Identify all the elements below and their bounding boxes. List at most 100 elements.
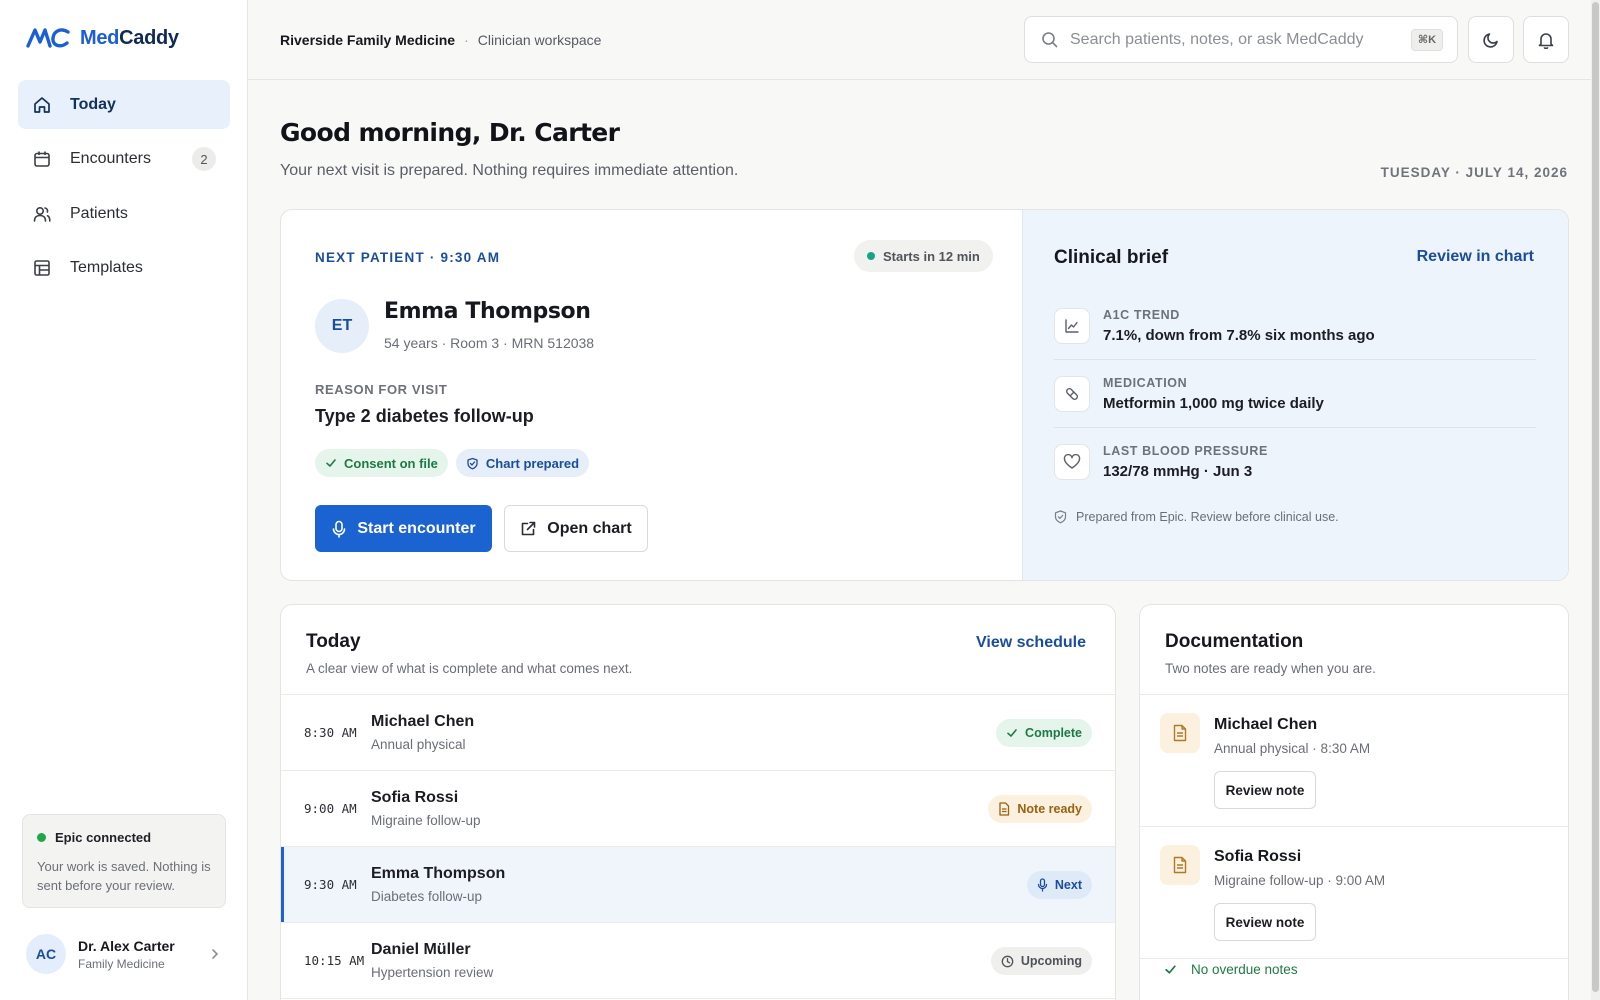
appointment-time: 9:00 AM xyxy=(304,801,357,816)
brief-value: 7.1%, down from 7.8% six months ago xyxy=(1103,326,1375,344)
clinical-brief-title: Clinical brief xyxy=(1054,247,1169,268)
reason-label: REASON FOR VISIT xyxy=(315,382,448,397)
review-note-button[interactable]: Review note xyxy=(1214,903,1316,941)
patient-name[interactable]: Emma Thompson xyxy=(384,299,591,324)
encounters-count-badge: 2 xyxy=(192,147,216,171)
app-logo[interactable]: MedCaddy xyxy=(26,26,179,50)
theme-toggle-button[interactable] xyxy=(1468,16,1514,63)
current-date: TUESDAY · JULY 14, 2026 xyxy=(1380,165,1568,180)
sidebar-item-today[interactable]: Today xyxy=(18,80,230,129)
user-profile[interactable]: AC Dr. Alex Carter Family Medicine xyxy=(26,934,222,974)
microphone-icon xyxy=(333,520,346,538)
documentation-subtitle: Two notes are ready when you are. xyxy=(1165,661,1376,676)
appointment-list: 8:30 AM Michael Chen Annual physical Com… xyxy=(281,694,1115,999)
brief-row-medication: MEDICATION Metformin 1,000 mg twice dail… xyxy=(1054,360,1536,428)
documentation-list: Michael Chen Annual physical · 8:30 AM R… xyxy=(1140,694,1568,959)
brief-row-a1c: A1C TREND 7.1%, down from 7.8% six month… xyxy=(1054,292,1536,360)
brief-label: MEDICATION xyxy=(1103,375,1188,390)
shield-icon xyxy=(1054,510,1067,524)
sidebar: MedCaddy Today Encounters 2 Patients Tem… xyxy=(0,0,248,1000)
user-role: Family Medicine xyxy=(78,956,165,971)
next-patient-label: NEXT PATIENT · 9:30 AM xyxy=(315,250,501,265)
status-badge: Next xyxy=(1026,871,1092,899)
top-bar: Riverside Family Medicine · Clinician work… xyxy=(248,0,1600,80)
search-icon xyxy=(1042,32,1058,48)
status-badge: Upcoming xyxy=(990,947,1092,975)
brief-value: 132/78 mmHg · Jun 3 xyxy=(1103,463,1253,480)
appointment-time: 10:15 AM xyxy=(304,953,365,968)
note-patient-name: Michael Chen xyxy=(1214,716,1318,733)
review-note-button[interactable]: Review note xyxy=(1214,771,1316,809)
page-subtitle: Your next visit is prepared. Nothing req… xyxy=(280,162,739,179)
appointment-patient: Emma Thompson xyxy=(371,865,506,882)
status-badge: Complete xyxy=(996,719,1092,747)
today-title: Today xyxy=(306,631,361,652)
chart-prepared-chip: Chart prepared xyxy=(455,449,590,477)
brief-value: Metformin 1,000 mg twice daily xyxy=(1103,394,1324,412)
sidebar-item-patients[interactable]: Patients xyxy=(18,189,230,238)
scrollbar-thumb[interactable] xyxy=(1592,2,1599,992)
connected-dot-icon xyxy=(37,833,46,842)
live-dot-icon xyxy=(867,252,875,260)
list-item: Sofia Rossi Migraine follow-up · 9:00 AM… xyxy=(1140,827,1568,959)
brief-label: LAST BLOOD PRESSURE xyxy=(1103,444,1268,458)
note-meta: Migraine follow-up · 9:00 AM xyxy=(1214,873,1386,888)
shield-check-icon xyxy=(467,457,478,469)
epic-status-card: Epic connected Your work is saved. Nothi… xyxy=(22,814,226,908)
note-patient-name: Sofia Rossi xyxy=(1214,848,1302,865)
no-overdue-notes: No overdue notes xyxy=(1164,962,1298,977)
clinical-brief-panel: Clinical brief Review in chart A1C TREND… xyxy=(1022,210,1568,580)
template-icon xyxy=(32,258,52,278)
page-scrollbar[interactable] xyxy=(1591,0,1600,1000)
chevron-right-icon xyxy=(212,949,219,959)
reason-for-visit: Type 2 diabetes follow-up xyxy=(315,406,534,426)
table-row[interactable]: 8:30 AM Michael Chen Annual physical Com… xyxy=(281,695,1115,771)
search-input[interactable]: Search patients, notes, or ask MedCaddy … xyxy=(1024,16,1458,63)
search-shortcut: ⌘K xyxy=(1411,28,1443,51)
today-schedule-card: Today A clear view of what is complete a… xyxy=(280,604,1116,1000)
check-icon xyxy=(1007,729,1017,737)
check-icon xyxy=(326,459,336,467)
list-item: Michael Chen Annual physical · 8:30 AM R… xyxy=(1140,695,1568,827)
starts-in-badge: Starts in 12 min xyxy=(854,240,993,272)
medcaddy-logo-icon xyxy=(26,28,70,48)
next-patient-card: NEXT PATIENT · 9:30 AM Starts in 12 min … xyxy=(280,209,1569,581)
document-icon xyxy=(1160,713,1200,753)
brief-label: A1C TREND xyxy=(1103,307,1180,322)
avatar: AC xyxy=(26,934,66,974)
document-icon xyxy=(999,802,1010,816)
clinical-brief-list: A1C TREND 7.1%, down from 7.8% six month… xyxy=(1054,292,1536,496)
view-schedule-link[interactable]: View schedule xyxy=(976,634,1086,652)
workspace-name: Clinician workspace xyxy=(477,32,602,48)
appointment-time: 9:30 AM xyxy=(304,877,357,892)
start-encounter-button[interactable]: Start encounter xyxy=(315,505,492,552)
pill-icon xyxy=(1054,375,1090,412)
sidebar-item-label: Templates xyxy=(70,259,143,276)
breadcrumb: Riverside Family Medicine · Clinician work… xyxy=(280,32,602,48)
document-icon xyxy=(1160,845,1200,885)
sidebar-item-label: Today xyxy=(70,95,116,113)
sidebar-item-label: Encounters xyxy=(70,150,151,167)
table-row[interactable]: 9:00 AM Sofia Rossi Migraine follow-up N… xyxy=(281,771,1115,847)
sidebar-nav: Today Encounters 2 Patients Templates xyxy=(18,80,230,298)
notifications-button[interactable] xyxy=(1523,16,1569,63)
epic-status-text: Your work is saved. Nothing is sent befo… xyxy=(37,859,211,893)
epic-status-title: Epic connected xyxy=(37,830,211,845)
sidebar-item-templates[interactable]: Templates xyxy=(18,244,230,293)
appointment-time: 8:30 AM xyxy=(304,725,357,740)
open-chart-button[interactable]: Open chart xyxy=(504,505,648,552)
clinical-brief-disclaimer: Prepared from Epic. Review before clinic… xyxy=(1054,510,1339,524)
heart-icon xyxy=(1054,444,1090,480)
status-badge: Note ready xyxy=(988,795,1092,823)
sidebar-item-encounters[interactable]: Encounters 2 xyxy=(18,135,230,184)
table-row[interactable]: 10:15 AM Daniel Müller Hypertension revi… xyxy=(281,923,1115,999)
external-link-icon xyxy=(521,521,536,536)
user-name: Dr. Alex Carter xyxy=(78,937,175,954)
review-in-chart-link[interactable]: Review in chart xyxy=(1417,248,1534,266)
table-row[interactable]: 9:30 AM Emma Thompson Diabetes follow-up… xyxy=(281,847,1115,923)
patient-avatar: ET xyxy=(315,299,369,353)
documentation-card: Documentation Two notes are ready when y… xyxy=(1139,604,1569,1000)
microphone-icon xyxy=(1037,878,1048,892)
home-icon xyxy=(32,95,52,115)
search-placeholder: Search patients, notes, or ask MedCaddy xyxy=(1070,30,1364,48)
